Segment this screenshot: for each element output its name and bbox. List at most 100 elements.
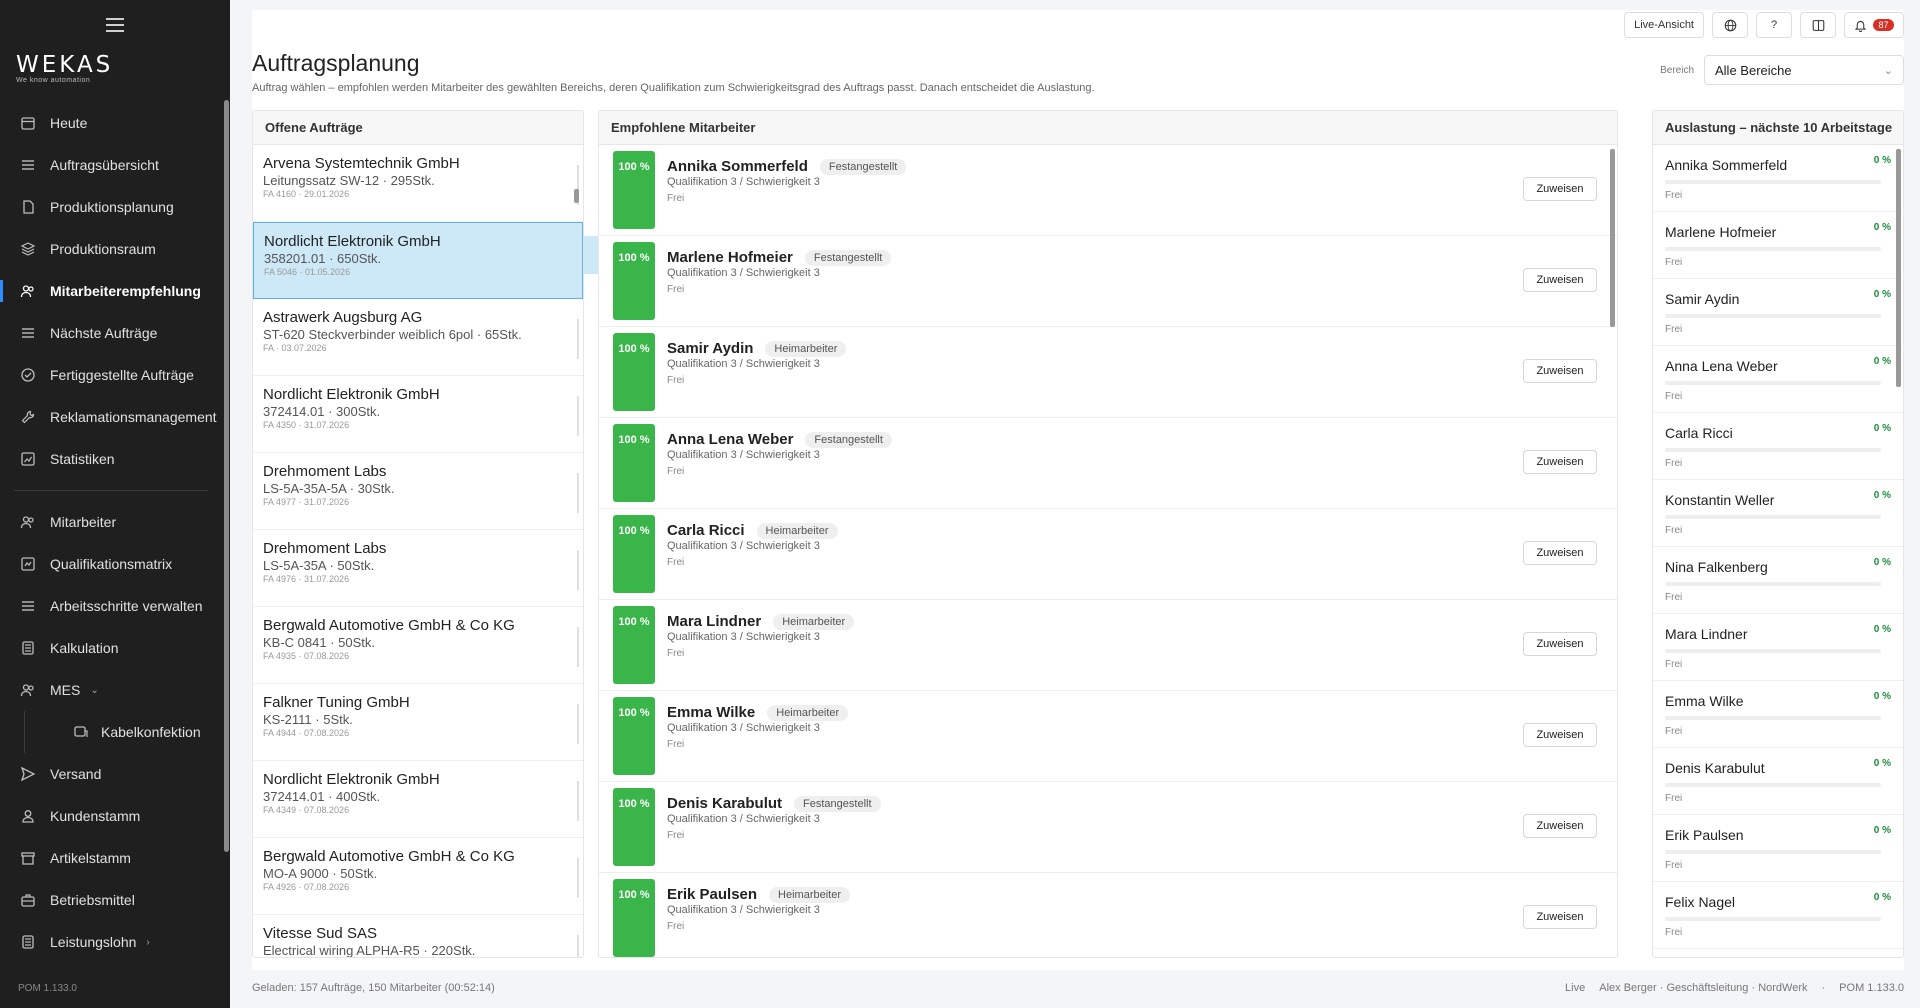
sidebar-item-arbeitsschritte-verwalten[interactable]: Arbeitsschritte verwalten — [0, 585, 222, 627]
sidebar-item-statistiken[interactable]: Statistiken — [0, 438, 222, 480]
sidebar-item-mes[interactable]: MES ⌄ — [0, 669, 222, 711]
live-view-button[interactable]: Live-Ansicht — [1624, 12, 1704, 38]
sidebar-item-label: Artikelstamm — [50, 850, 131, 866]
workload-bar — [1665, 783, 1881, 787]
workload-row: Marlene Hofmeier 0 % — [1665, 222, 1891, 240]
order-item[interactable]: Nordlicht Elektronik GmbH 372414.01 · 400… — [253, 761, 583, 838]
recommended-row: 100 % Carla Ricci Heimarbeiter Qualifikatio… — [599, 509, 1617, 600]
sidebar-item-kalkulation[interactable]: Kalkulation — [0, 627, 222, 669]
sidebar-item-versand[interactable]: Versand — [0, 753, 222, 795]
brand-logo: WEKAS We know automation — [16, 52, 113, 84]
workload-status: Frei — [1665, 860, 1683, 871]
orders-scrollbar[interactable] — [574, 189, 579, 203]
sidebar-item-label: Produktionsplanung — [50, 199, 174, 215]
assign-button[interactable]: Zuweisen — [1523, 268, 1597, 292]
match-score-badge: 100 % — [613, 515, 655, 593]
assign-button[interactable]: Zuweisen — [1523, 632, 1597, 656]
users-icon — [20, 285, 34, 298]
assign-button[interactable]: Zuweisen — [1523, 177, 1597, 201]
match-score-badge: 100 % — [613, 242, 655, 320]
workload-bar — [1665, 716, 1881, 720]
workload-status: Frei — [1665, 726, 1683, 737]
layout-button[interactable] — [1800, 12, 1836, 38]
order-item[interactable]: Bergwald Automotive GmbH & Co KG KB-C 084… — [253, 607, 583, 684]
sidebar-item-label: Mitarbeiter — [50, 514, 117, 530]
sidebar-item-mitarbeiter[interactable]: Mitarbeiter — [0, 501, 222, 543]
workload-employee-name: Carla Ricci — [1665, 425, 1733, 441]
notifications-button[interactable]: 87 — [1844, 12, 1904, 38]
workload-item: Mara Lindner 0 % Frei — [1653, 614, 1903, 681]
sidebar-item-label: Heute — [50, 115, 88, 131]
order-item[interactable]: Astrawerk Augsburg AG ST-620 Steckverbind… — [253, 299, 583, 376]
nav-separator — [14, 490, 208, 491]
assign-button[interactable]: Zuweisen — [1523, 723, 1597, 747]
order-item[interactable]: Nordlicht Elektronik GmbH 358201.01 · 650… — [253, 222, 583, 299]
recommended-scrollbar[interactable] — [1610, 149, 1615, 327]
workload-row: Carla Ricci 0 % — [1665, 423, 1891, 441]
globe-button[interactable] — [1712, 12, 1748, 38]
order-meta: FA 5046 · 01.05.2026 — [264, 267, 351, 277]
sidebar-item-fertiggestellte-aufträge[interactable]: Fertiggestellte Aufträge — [0, 354, 222, 396]
assign-button[interactable]: Zuweisen — [1523, 541, 1597, 565]
order-meta: FA 4935 · 07.08.2026 — [263, 651, 350, 661]
employee-status: Frei — [667, 648, 685, 659]
order-article: Electrical wiring ALPHA-R5 · 220Stk. — [263, 943, 476, 958]
workload-row: Felix Nagel 0 % — [1665, 892, 1891, 910]
order-item[interactable]: Drehmoment Labs LS-5A-35A-5A · 30Stk. FA 4… — [253, 453, 583, 530]
sidebar-item-mitarbeiterempfehlung[interactable]: Mitarbeiterempfehlung — [0, 270, 222, 312]
order-side-bar — [577, 858, 579, 898]
order-item[interactable]: Arvena Systemtechnik GmbH Leitungssatz SW… — [253, 145, 583, 222]
sidebar-item-kabelkonfektion[interactable]: Kabelkonfektion — [24, 711, 222, 753]
employee-info: Emma Wilke Heimarbeiter Qualifikation 3 / … — [667, 704, 849, 750]
order-item[interactable]: Vitesse Sud SAS Electrical wiring ALPHA-R… — [253, 915, 583, 958]
assign-button[interactable]: Zuweisen — [1523, 359, 1597, 383]
workload-percent: 0 % — [1873, 892, 1891, 903]
order-article: 372414.01 · 300Stk. — [263, 404, 381, 419]
brand-tagline: We know automation — [16, 77, 91, 84]
list-icon-wrap — [20, 598, 36, 614]
sidebar-item-betriebsmittel[interactable]: Betriebsmittel — [0, 879, 222, 921]
calculator-icon-wrap — [20, 640, 36, 656]
workload-employee-name: Mara Lindner — [1665, 626, 1748, 642]
sidebar-item-kundenstamm[interactable]: Kundenstamm — [0, 795, 222, 837]
assign-button[interactable]: Zuweisen — [1523, 905, 1597, 929]
employee-name: Denis Karabulut — [667, 795, 783, 812]
footer-loaded-status: Geladen: 157 Aufträge, 150 Mitarbeiter (… — [252, 982, 495, 994]
sidebar-item-heute[interactable]: Heute — [0, 102, 222, 144]
sidebar-item-auftragsübersicht[interactable]: Auftragsübersicht — [0, 144, 222, 186]
employee-status: Frei — [667, 375, 685, 386]
order-customer: Nordlicht Elektronik GmbH — [264, 233, 441, 250]
sidebar-item-qualifikationsmatrix[interactable]: Qualifikationsmatrix — [0, 543, 222, 585]
sidebar-item-produktionsraum[interactable]: Produktionsraum — [0, 228, 222, 270]
sidebar-item-nächste-aufträge[interactable]: Nächste Aufträge — [0, 312, 222, 354]
sidebar-item-produktionsplanung[interactable]: Produktionsplanung — [0, 186, 222, 228]
menu-icon[interactable] — [106, 18, 124, 32]
order-meta: FA 4977 · 31.07.2026 — [263, 497, 350, 507]
sidebar-item-reklamationsmanagement[interactable]: Reklamationsmanagement — [0, 396, 222, 438]
employment-type-tag: Heimarbeiter — [756, 522, 838, 539]
order-item[interactable]: Nordlicht Elektronik GmbH 372414.01 · 300… — [253, 376, 583, 453]
match-score-badge: 100 % — [613, 424, 655, 502]
layers-icon-wrap — [20, 241, 36, 257]
bereich-select[interactable]: Alle Bereiche ⌄ — [1704, 55, 1904, 85]
assign-button[interactable]: Zuweisen — [1523, 814, 1597, 838]
sidebar-scrollbar[interactable] — [224, 100, 229, 852]
sidebar-item-label: Statistiken — [50, 451, 115, 467]
sidebar-item-artikelstamm[interactable]: Artikelstamm — [0, 837, 222, 879]
employee-name-line: Annika Sommerfeld Festangestellt — [667, 158, 907, 175]
order-item[interactable]: Bergwald Automotive GmbH & Co KG MO-A 900… — [253, 838, 583, 915]
footer-live: Live — [1565, 982, 1586, 994]
check-circle-icon-wrap — [20, 367, 36, 383]
order-customer: Drehmoment Labs — [263, 540, 387, 557]
sidebar-item-leistungslohn[interactable]: Leistungslohn › — [0, 921, 222, 963]
assign-button[interactable]: Zuweisen — [1523, 450, 1597, 474]
workload-employee-name: Erik Paulsen — [1665, 827, 1744, 843]
recommended-row: 100 % Erik Paulsen Heimarbeiter Qualifikati… — [599, 873, 1617, 957]
order-item[interactable]: Falkner Tuning GmbH KS-2111 · 5Stk. FA 494… — [253, 684, 583, 761]
recommended-row: 100 % Denis Karabulut Festangestellt Qualif… — [599, 782, 1617, 873]
help-button[interactable]: ? — [1756, 12, 1792, 38]
sidebar-item-label: Nächste Aufträge — [50, 325, 158, 341]
sidebar-item-label: Auftragsübersicht — [50, 157, 159, 173]
workload-scrollbar[interactable] — [1896, 149, 1901, 387]
order-item[interactable]: Drehmoment Labs LS-5A-35A · 50Stk. FA 4976… — [253, 530, 583, 607]
